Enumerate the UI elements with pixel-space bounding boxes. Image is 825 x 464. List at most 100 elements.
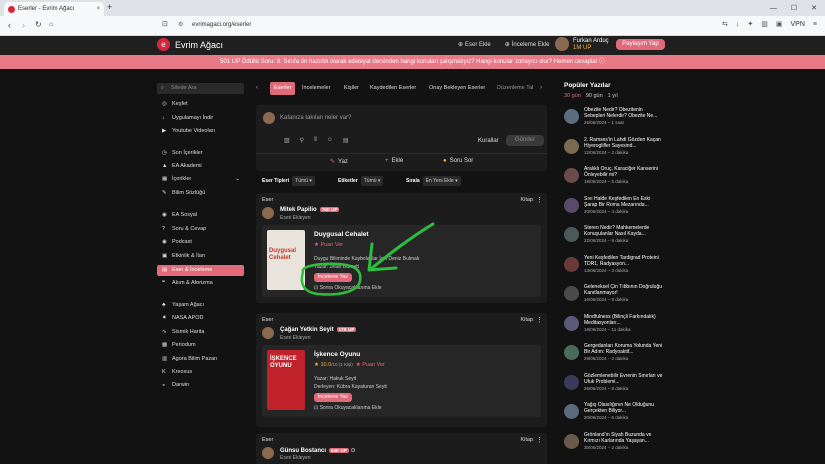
tab-eserler[interactable]: Eserler bbox=[270, 82, 296, 95]
link-icon[interactable]: ⚲ bbox=[300, 137, 304, 144]
vpn-button[interactable]: VPN bbox=[791, 21, 805, 28]
book-card[interactable]: İŞKENCE OYUNU İşkence Oyunu ★ 10.0/10 (1… bbox=[262, 345, 541, 417]
popular-item[interactable]: Aralıklı Oruç, Karaciğer Kanserini Önley… bbox=[564, 166, 664, 194]
forward-arrow-icon[interactable]: › bbox=[22, 20, 25, 30]
site-search-input[interactable]: ⌕ Sitede Ara bbox=[157, 83, 244, 94]
type-filter[interactable]: Eser Tipleri Tümü ▾ bbox=[262, 176, 315, 186]
sidebar-item-tree[interactable]: ♣ Yaşam Ağacı bbox=[157, 300, 244, 311]
tab-onay-bekleyen-eserler[interactable]: Onay Bekleyen Eserler bbox=[425, 82, 489, 95]
read-later-button[interactable]: ⊡ Sonra Okuyacaklarıma Ekle bbox=[314, 405, 382, 411]
author-avatar[interactable] bbox=[262, 327, 274, 339]
post-author[interactable]: Mitek Papilio 76K UP bbox=[280, 207, 340, 213]
site-name[interactable]: Evrim Ağacı bbox=[175, 40, 223, 50]
more-options-icon[interactable]: ⋮ bbox=[536, 316, 543, 324]
user-name[interactable]: Furkan Arduç bbox=[573, 38, 609, 45]
sidebar-item-social[interactable]: ◉ EA Sosyal bbox=[157, 210, 244, 221]
sidebar-item-seismic[interactable]: ∿ Sismik Harita bbox=[157, 327, 244, 338]
send-button[interactable]: Gönder bbox=[506, 135, 544, 146]
popular-item-title[interactable]: 2. Ramses'in Lahdi Gözden Kaçan Hiyerogl… bbox=[584, 137, 664, 149]
popular-item-title[interactable]: Gözlemlenebilir Evrenin Sınırları ve Ufu… bbox=[584, 373, 664, 385]
back-arrow-icon[interactable]: ‹ bbox=[8, 20, 11, 30]
tab-close-icon[interactable]: × bbox=[96, 6, 100, 12]
write-button[interactable]: ✎ Yaz bbox=[330, 158, 348, 165]
popular-item-title[interactable]: Aralıklı Oruç, Karaciğer Kanserini Önley… bbox=[584, 166, 664, 178]
popular-item[interactable]: Gözlemlenebilir Evrenin Sınırları ve Ufu… bbox=[564, 373, 664, 401]
extensions-icon[interactable]: ✦ bbox=[747, 20, 753, 28]
popular-item-title[interactable]: Yeni Keşfedilen Tardigrad Proteini TDR1,… bbox=[584, 255, 664, 267]
rules-link[interactable]: Kurallar bbox=[478, 138, 499, 144]
popular-item-title[interactable]: Grönland'ın Siyah Buzunda ve Kırmızı Kar… bbox=[584, 432, 664, 444]
popular-item-title[interactable]: Obezite Nedir? Obezitenin Sebepleri Nele… bbox=[584, 107, 664, 119]
sidebar-item-question[interactable]: ? Soru & Cevap bbox=[157, 224, 244, 235]
minimize-button[interactable]: — bbox=[770, 5, 777, 12]
image-icon[interactable]: ▧ bbox=[284, 137, 290, 144]
maximize-button[interactable]: ☐ bbox=[791, 4, 797, 12]
popular-item[interactable]: Yağış Olasılığının Ne Olduğunu Gerçekten… bbox=[564, 402, 664, 430]
range-1-year[interactable]: 1 yıl bbox=[608, 93, 618, 99]
evrim-agaci-logo-icon[interactable]: e bbox=[157, 38, 170, 51]
sidebar-item-compass[interactable]: ◎ Keşfet bbox=[157, 99, 244, 110]
bookmark-icon[interactable]: ⊡ bbox=[162, 20, 168, 30]
book-cover[interactable]: İŞKENCE OYUNU bbox=[267, 350, 305, 410]
reload-icon[interactable]: ↻ bbox=[35, 20, 42, 30]
popular-item[interactable]: Yeni Keşfedilen Tardigrad Proteini TDR1,… bbox=[564, 255, 664, 283]
popular-item[interactable]: Grönland'ın Siyah Buzunda ve Kırmızı Kar… bbox=[564, 432, 664, 460]
more-options-icon[interactable]: ⋮ bbox=[536, 196, 543, 204]
author-avatar[interactable] bbox=[262, 207, 274, 219]
popular-item[interactable]: Sıvı Halde Keşfedilen En Eski Şarap Bir … bbox=[564, 196, 664, 224]
tab-duzenleme-talepleri[interactable]: Düzenleme Tal bbox=[493, 82, 537, 95]
range-90-days[interactable]: 90 gün bbox=[586, 93, 603, 99]
popular-item-title[interactable]: Gergedanları Koruma Yolunda Yeni Bir Adı… bbox=[584, 343, 664, 355]
sidebar-item-nasa[interactable]: ✷ NASA APOD bbox=[157, 313, 244, 324]
rate-button[interactable]: ★ Puan Ver bbox=[314, 242, 343, 248]
popular-item-title[interactable]: Mindfulness (Bilinçli Farkındalık) Medit… bbox=[584, 314, 664, 326]
url-field[interactable]: ⚙ evrimagaci.org/eserler bbox=[170, 18, 635, 33]
book-cover[interactable]: Duygusal Cehalet bbox=[267, 230, 305, 290]
user-avatar[interactable] bbox=[555, 37, 569, 51]
popular-item-title[interactable]: Sıvı Halde Keşfedilen En Eski Şarap Bir … bbox=[584, 196, 664, 208]
tab-kaydedilen-eserler[interactable]: Kaydedilen Eserler bbox=[366, 82, 420, 95]
sort-filter-select[interactable]: En Yeni Ekle ▾ bbox=[422, 176, 461, 186]
add-review-link[interactable]: ⊕ İnceleme Ekle bbox=[505, 41, 550, 48]
browser-tab[interactable]: Eserler - Evrim Ağacı × bbox=[4, 2, 104, 16]
post-author[interactable]: Çağan Yetkin Seyit 17K UP bbox=[280, 327, 357, 333]
poll-icon[interactable]: ▤ bbox=[343, 137, 349, 144]
sidebar-item-academy[interactable]: ▲ EA Akademi bbox=[157, 161, 244, 172]
tab-incelemeler[interactable]: İncelemeler bbox=[298, 82, 334, 95]
sidebar-item-content[interactable]: ▦ İçerikler ⌄ bbox=[157, 174, 244, 185]
book-title[interactable]: Duygusal Cehalet bbox=[314, 231, 369, 238]
ask-question-button[interactable]: ● Soru Sor bbox=[443, 158, 473, 164]
sidebar-item-podcast[interactable]: ◉ Podcast bbox=[157, 237, 244, 248]
popular-item[interactable]: Mindfulness (Bilinçli Farkındalık) Medit… bbox=[564, 314, 664, 342]
sidebar-item-book[interactable]: ▤ Eser & İnceleme bbox=[157, 265, 244, 276]
popular-item-title[interactable]: Geleneksel Çin Tıbbının Doğruluğu Kanıtl… bbox=[584, 284, 664, 296]
new-tab-button[interactable]: + bbox=[107, 3, 112, 12]
sidebar-item-youtube[interactable]: ▶ Youtube Videoları bbox=[157, 126, 244, 137]
menu-icon[interactable]: ≡ bbox=[813, 21, 817, 28]
wallet-icon[interactable]: ▣ bbox=[776, 20, 783, 28]
sidebar-item-event[interactable]: ▣ Etkinlik & İlan bbox=[157, 251, 244, 262]
book-title[interactable]: İşkence Oyunu bbox=[314, 351, 360, 358]
sidebar-item-market[interactable]: ▥ Agora Bilim Pazarı bbox=[157, 354, 244, 365]
sidebar-item-darwin[interactable]: ◒ Darwin bbox=[157, 380, 244, 391]
type-filter-select[interactable]: Tümü ▾ bbox=[292, 176, 315, 186]
tag-filter[interactable]: Etiketler Tümü ▾ bbox=[338, 176, 384, 186]
close-window-button[interactable]: ✕ bbox=[811, 4, 817, 12]
home-icon[interactable]: ⌂ bbox=[49, 20, 53, 30]
share-button[interactable]: Paylaşım Yap bbox=[616, 39, 665, 50]
add-work-link[interactable]: ⊕ Eser Ekle bbox=[458, 41, 491, 48]
rate-button[interactable]: ★ Puan Ver bbox=[356, 362, 385, 368]
write-review-button[interactable]: İnceleme Yaz bbox=[314, 393, 352, 402]
emoji-icon[interactable]: ☺ bbox=[327, 137, 333, 144]
tag-filter-select[interactable]: Tümü ▾ bbox=[360, 176, 384, 186]
chevron-down-icon[interactable]: ⌄ bbox=[235, 174, 240, 185]
author-avatar[interactable] bbox=[262, 447, 274, 459]
composer-input[interactable]: Kafanıza takılan neler var? bbox=[280, 115, 351, 121]
tabs-prev-icon[interactable]: ‹ bbox=[256, 85, 258, 91]
add-button[interactable]: + Ekle bbox=[385, 158, 403, 164]
code-icon[interactable]: ⦀ bbox=[314, 137, 317, 144]
sidebar-item-dictionary[interactable]: ✎ Bilim Sözlüğü bbox=[157, 188, 244, 199]
read-later-button[interactable]: ⊡ Sonra Okuyacaklarıma Ekle bbox=[314, 285, 382, 291]
write-review-button[interactable]: İnceleme Yaz bbox=[314, 273, 352, 282]
popular-item-title[interactable]: Stereo Nedir? Mahkemelerde Konuşulanlar … bbox=[584, 225, 664, 237]
